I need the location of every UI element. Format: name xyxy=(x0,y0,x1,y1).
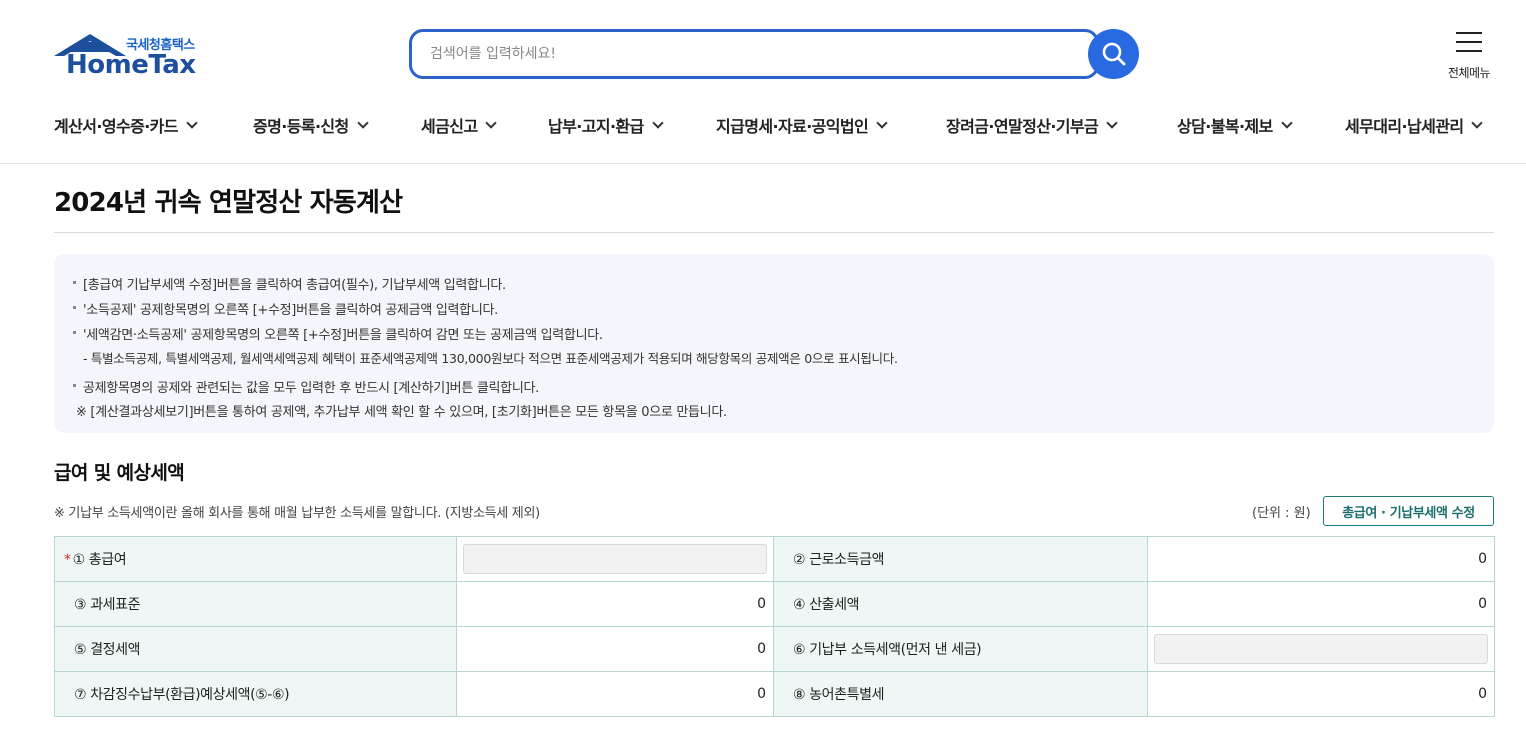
gnb-label: 세무대리·납세관리 xyxy=(1345,117,1464,136)
total-salary-cell xyxy=(456,536,774,582)
cell-label: ① 총급여 xyxy=(72,552,127,568)
rural-special-tax-label: ⑧ 농어촌특별세 xyxy=(773,671,1148,717)
salary-tax-table: * ① 총급여 ② 근로소득금액 0 ③ 과세표준 0 ④ 산출세액 0 ⑤ 결정… xyxy=(54,536,1495,717)
table-row: * ① 총급여 ② 근로소득금액 0 xyxy=(54,536,1495,582)
determined-tax-label: ⑤ 결정세액 xyxy=(54,626,457,672)
gnb-label: 증명·등록·신청 xyxy=(253,117,349,136)
gnb-label: 지급명세·자료·공익법인 xyxy=(716,117,869,136)
hamburger-icon xyxy=(1456,32,1482,59)
tax-base-value: 0 xyxy=(456,581,774,627)
bullet-icon xyxy=(73,306,76,309)
logo-title: HomeTax xyxy=(66,50,196,80)
total-salary-label: * ① 총급여 xyxy=(54,536,457,582)
chevron-down-icon xyxy=(1281,116,1293,129)
prepaid-tax-cell xyxy=(1147,626,1495,672)
search-icon xyxy=(1102,42,1125,66)
title-divider xyxy=(54,232,1494,233)
tax-base-label: ③ 과세표준 xyxy=(54,581,457,627)
page-title: 2024년 귀속 연말정산 자동계산 xyxy=(54,188,403,218)
main-navigation: 계산서·영수증·카드 증명·등록·신청 세금신고 납부·고지·환급 지급명세·자… xyxy=(0,100,1526,164)
bullet-icon xyxy=(73,384,76,387)
prepaid-tax-label: ⑥ 기납부 소득세액(먼저 낸 세금) xyxy=(773,626,1148,672)
chevron-down-icon xyxy=(357,116,369,129)
gnb-tax-agent[interactable]: 세무대리·납세관리 xyxy=(1345,114,1484,136)
gnb-label: 계산서·영수증·카드 xyxy=(54,117,179,136)
all-menu-label: 전체메뉴 xyxy=(1447,66,1491,80)
rural-special-tax-value: 0 xyxy=(1147,671,1495,717)
chevron-down-icon xyxy=(652,116,664,129)
edit-salary-tax-button[interactable]: 총급여 · 기납부세액 수정 xyxy=(1323,496,1494,526)
gnb-incentive-yearend[interactable]: 장려금·연말정산·기부금 xyxy=(946,114,1118,136)
calculated-tax-value: 0 xyxy=(1147,581,1495,627)
chevron-down-icon xyxy=(1106,116,1118,129)
calculated-tax-label: ④ 산출세액 xyxy=(773,581,1148,627)
table-row: ⑤ 결정세액 0 ⑥ 기납부 소득세액(먼저 낸 세금) xyxy=(54,626,1495,672)
chevron-down-icon xyxy=(186,116,198,129)
table-row: ⑦ 차감징수납부(환급)예상세액(⑤-⑥) 0 ⑧ 농어촌특별세 0 xyxy=(54,671,1495,717)
gnb-tax-filing[interactable]: 세금신고 xyxy=(421,114,498,136)
gnb-label: 세금신고 xyxy=(421,117,478,136)
prepaid-tax-field[interactable] xyxy=(1154,634,1488,664)
unit-label: (단위 : 원) xyxy=(1252,506,1311,521)
guide-item: [총급여 기납부세액 수정]버튼을 클릭하여 총급여(필수), 기납부세액 입력… xyxy=(83,278,506,293)
chevron-down-icon xyxy=(1471,116,1484,129)
expected-tax-value: 0 xyxy=(456,671,774,717)
bullet-icon xyxy=(73,331,76,334)
gnb-invoice-receipt-card[interactable]: 계산서·영수증·카드 xyxy=(54,114,198,136)
total-salary-field[interactable] xyxy=(463,544,767,574)
gnb-label: 장려금·연말정산·기부금 xyxy=(946,117,1099,136)
hometax-logo[interactable]: 국세청홈택스 HomeTax xyxy=(52,30,212,80)
required-mark: * xyxy=(64,552,71,568)
expected-tax-label: ⑦ 차감징수납부(환급)예상세액(⑤-⑥) xyxy=(54,671,457,717)
gnb-label: 상담·불복·제보 xyxy=(1177,117,1273,136)
bullet-icon xyxy=(73,281,76,284)
chevron-down-icon xyxy=(876,116,888,129)
section-note: ※ 기납부 소득세액이란 올해 회사를 통해 매월 납부한 소득세를 말합니다.… xyxy=(54,506,540,521)
guide-note: ※ [계산결과상세보기]버튼을 통하여 공제액, 추가납부 세액 확인 할 수 … xyxy=(76,405,727,420)
chevron-down-icon xyxy=(485,116,498,129)
gnb-certificate-registration[interactable]: 증명·등록·신청 xyxy=(253,114,369,136)
search-box xyxy=(409,29,1099,79)
gnb-payment-refund[interactable]: 납부·고지·환급 xyxy=(548,114,664,136)
table-row: ③ 과세표준 0 ④ 산출세액 0 xyxy=(54,581,1495,627)
determined-tax-value: 0 xyxy=(456,626,774,672)
earned-income-label: ② 근로소득금액 xyxy=(773,536,1148,582)
gnb-label: 납부·고지·환급 xyxy=(548,117,644,136)
all-menu-button[interactable]: 전체메뉴 xyxy=(1440,30,1498,80)
guide-item: '세액감면·소득공제' 공제항목명의 오른쪽 [+수정]버튼을 클릭하여 감면 … xyxy=(83,328,603,343)
section-title: 급여 및 예상세액 xyxy=(54,462,185,484)
guide-item: 공제항목명의 공제와 관련되는 값을 모두 입력한 후 반드시 [계산하기]버튼… xyxy=(83,381,539,396)
gnb-consult-appeal[interactable]: 상담·불복·제보 xyxy=(1177,114,1293,136)
guide-item: '소득공제' 공제항목명의 오른쪽 [+수정]버튼을 클릭하여 공제금액 입력합… xyxy=(83,303,498,318)
guide-subitem: - 특별소득공제, 특별세액공제, 월세액세액공제 혜택이 표준세액공제액 13… xyxy=(83,351,898,366)
gnb-payment-statement[interactable]: 지급명세·자료·공익법인 xyxy=(716,114,888,136)
guide-box: [총급여 기납부세액 수정]버튼을 클릭하여 총급여(필수), 기납부세액 입력… xyxy=(54,254,1494,433)
search-button[interactable] xyxy=(1088,29,1139,79)
earned-income-value: 0 xyxy=(1147,536,1495,582)
search-input[interactable] xyxy=(430,43,1070,65)
